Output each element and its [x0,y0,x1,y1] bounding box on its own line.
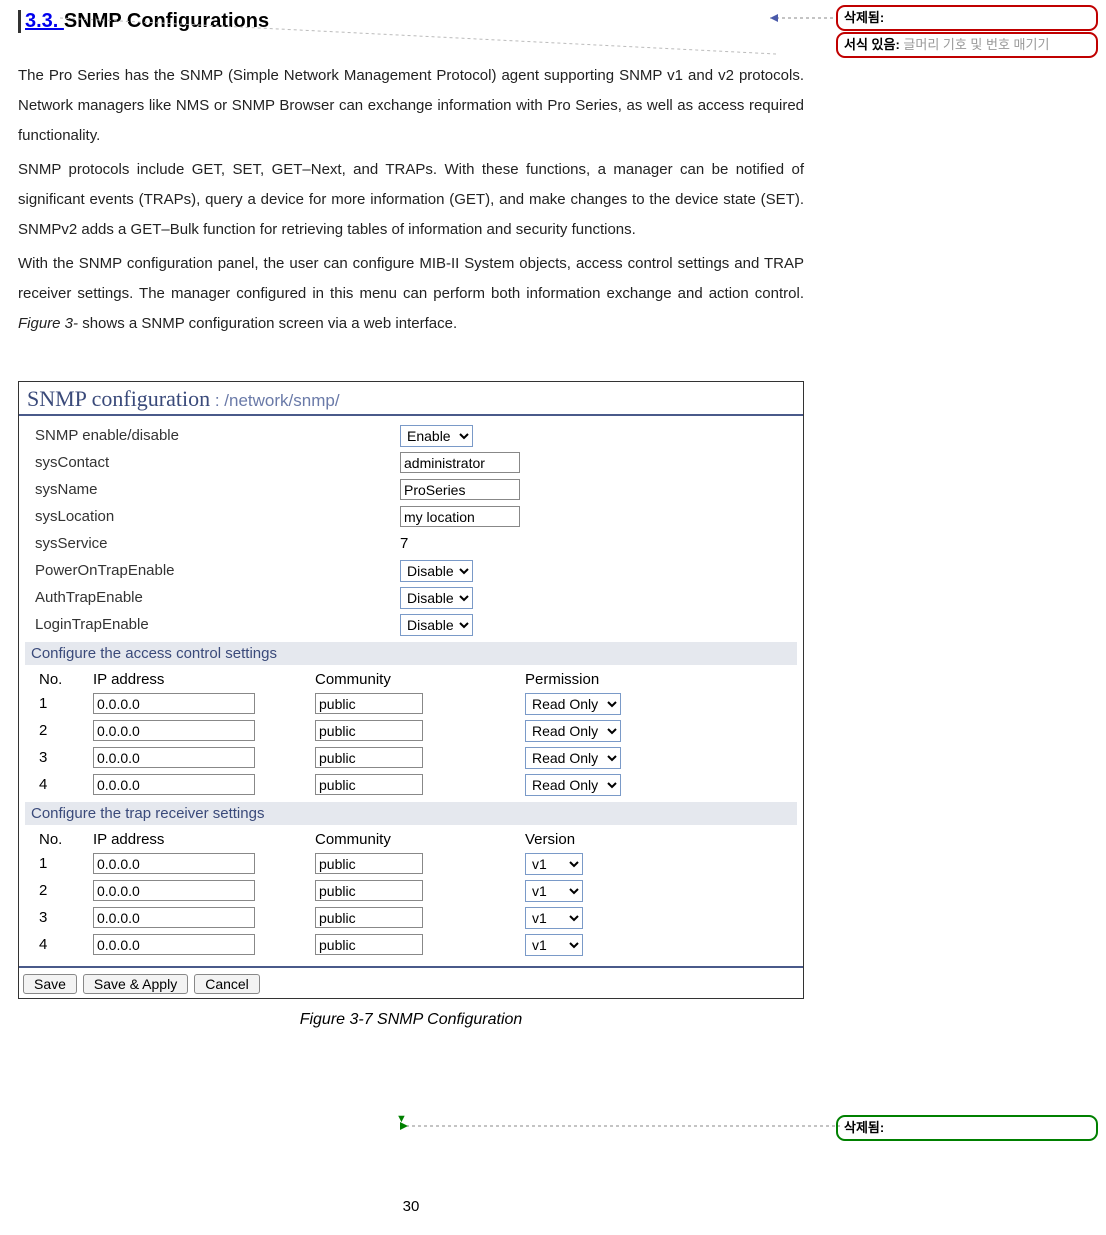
comment-deleted-2: 삭제됨: [836,1115,1098,1141]
arrow-icon [770,12,840,24]
table-row: 3 v1v2 [35,904,787,931]
heading-number: 3.3. [25,10,64,32]
table-row: 2 Read OnlyRead/Write [35,717,787,744]
figure-title: SNMP configuration [27,386,210,411]
field-label: sysName [35,481,400,498]
cancel-button[interactable]: Cancel [194,974,260,994]
cell-no: 2 [35,722,93,739]
community-input[interactable] [315,880,423,901]
version-select[interactable]: v1v2 [525,934,583,956]
field-label: sysLocation [35,508,400,525]
snmp-config-figure: SNMP configuration : /network/snmp/ SNMP… [18,381,804,999]
page-number: 30 [0,1198,822,1215]
field-label: SNMP enable/disable [35,427,400,444]
comment-format: 서식 있음: 글머리 기호 및 번호 매기기 [836,32,1098,58]
permission-select[interactable]: Read OnlyRead/Write [525,774,621,796]
save-button[interactable]: Save [23,974,77,994]
cell-no: 4 [35,776,93,793]
community-input[interactable] [315,693,423,714]
version-select[interactable]: v1v2 [525,853,583,875]
acl-section-header: Configure the access control settings [25,642,797,665]
paragraph-3: With the SNMP configuration panel, the u… [18,249,804,339]
cell-no: 2 [35,882,93,899]
cell-no: 3 [35,909,93,926]
ip-input[interactable] [93,774,255,795]
save-apply-button[interactable]: Save & Apply [83,974,188,994]
ip-input[interactable] [93,693,255,714]
field-select[interactable]: EnableDisable [400,560,473,582]
field-input[interactable] [400,452,520,473]
field-input[interactable] [400,506,520,527]
triangle-marker-icon: ▼ [396,1113,407,1125]
table-row: 2 v1v2 [35,877,787,904]
trap-table: No. IP address Community Version 1 v1v2 2 v… [35,829,787,958]
field-select[interactable]: EnableDisable [400,587,473,609]
field-label: sysContact [35,454,400,471]
trap-section-header: Configure the trap receiver settings [25,802,797,825]
ip-input[interactable] [93,747,255,768]
figure-caption: Figure 3-7 SNMP Configuration [18,1011,804,1029]
figure-title-bar: SNMP configuration : /network/snmp/ [19,382,803,416]
ip-input[interactable] [93,907,255,928]
trap-col-ver: Version [525,831,665,848]
field-label: LoginTrapEnable [35,616,400,633]
community-input[interactable] [315,774,423,795]
community-input[interactable] [315,747,423,768]
acl-col-perm: Permission [525,671,665,688]
field-label: PowerOnTrapEnable [35,562,400,579]
community-input[interactable] [315,720,423,741]
cell-no: 4 [35,936,93,953]
acl-col-no: No. [35,671,93,688]
version-select[interactable]: v1v2 [525,907,583,929]
table-row: 1 Read OnlyRead/Write [35,690,787,717]
community-input[interactable] [315,853,423,874]
acl-table: No. IP address Community Permission 1 Rea… [35,669,787,798]
cell-no: 1 [35,695,93,712]
field-label: AuthTrapEnable [35,589,400,606]
connector-line-1 [60,14,776,74]
acl-col-comm: Community [315,671,525,688]
table-row: 4 Read OnlyRead/Write [35,771,787,798]
permission-select[interactable]: Read OnlyRead/Write [525,693,621,715]
paragraph-1: The Pro Series has the SNMP (Simple Netw… [18,61,804,151]
paragraph-2: SNMP protocols include GET, SET, GET–Nex… [18,155,804,245]
cell-no: 3 [35,749,93,766]
table-row: 1 v1v2 [35,850,787,877]
table-row: 3 Read OnlyRead/Write [35,744,787,771]
ip-input[interactable] [93,934,255,955]
field-select[interactable]: EnableDisable [400,614,473,636]
trap-col-no: No. [35,831,93,848]
community-input[interactable] [315,907,423,928]
trap-col-ip: IP address [93,831,315,848]
field-select[interactable]: EnableDisable [400,425,473,447]
trap-col-comm: Community [315,831,525,848]
comment-deleted-1: 삭제됨: [836,5,1098,31]
field-label: sysService [35,535,400,552]
field-static: 7 [400,535,408,552]
ip-input[interactable] [93,853,255,874]
permission-select[interactable]: Read OnlyRead/Write [525,747,621,769]
connector-line-2 [400,1120,840,1132]
figure-path: : /network/snmp/ [210,391,339,410]
permission-select[interactable]: Read OnlyRead/Write [525,720,621,742]
ip-input[interactable] [93,880,255,901]
cell-no: 1 [35,855,93,872]
ip-input[interactable] [93,720,255,741]
acl-col-ip: IP address [93,671,315,688]
table-row: 4 v1v2 [35,931,787,958]
community-input[interactable] [315,934,423,955]
version-select[interactable]: v1v2 [525,880,583,902]
field-input[interactable] [400,479,520,500]
